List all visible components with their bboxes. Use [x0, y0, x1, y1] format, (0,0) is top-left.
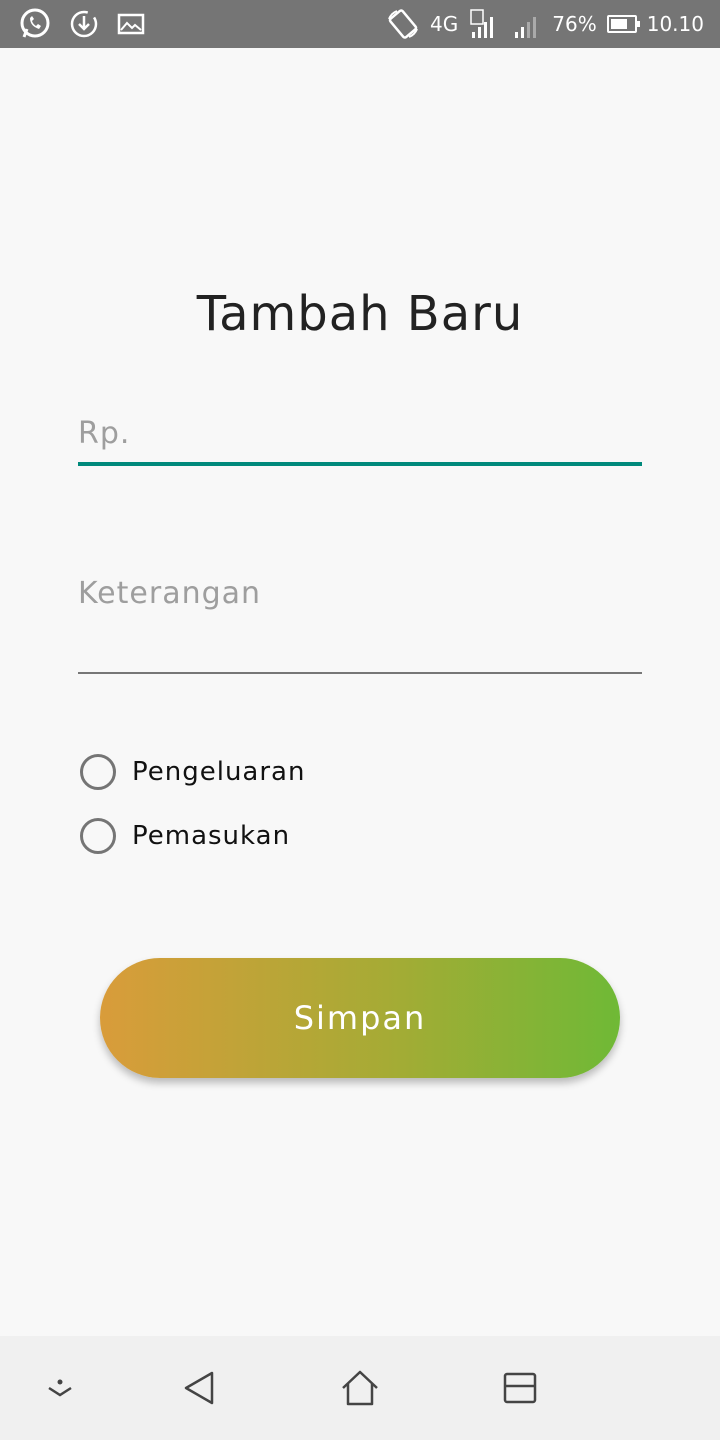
- signal-icon: [515, 17, 537, 38]
- description-input[interactable]: [78, 576, 642, 611]
- download-icon: [70, 10, 98, 38]
- network-type: 4G: [430, 12, 459, 36]
- radio-label: Pemasukan: [132, 821, 291, 851]
- signal-icon: [470, 9, 494, 38]
- radio-button[interactable]: [80, 754, 116, 790]
- save-button[interactable]: Simpan: [100, 958, 620, 1078]
- amount-field-container: [78, 416, 642, 466]
- page-title: Tambah Baru: [196, 286, 524, 342]
- amount-underline: [78, 462, 642, 466]
- expand-icon[interactable]: [40, 1368, 80, 1408]
- description-underline: [78, 672, 642, 674]
- radio-button[interactable]: [80, 818, 116, 854]
- image-icon: [117, 13, 145, 35]
- description-field-container: [78, 576, 642, 674]
- navigation-bar: [0, 1336, 720, 1440]
- recents-icon[interactable]: [500, 1368, 540, 1408]
- radio-label: Pengeluaran: [132, 757, 306, 787]
- battery-percent: 76%: [552, 12, 597, 36]
- status-bar: 4G 76% 10.10: [0, 0, 720, 48]
- home-icon[interactable]: [340, 1368, 380, 1408]
- radio-pemasukan[interactable]: Pemasukan: [80, 818, 290, 854]
- whatsapp-icon: [20, 8, 50, 38]
- rotate-icon: [388, 9, 418, 39]
- amount-input[interactable]: [78, 416, 642, 451]
- clock: 10.10: [646, 12, 704, 36]
- system-status: 4G 76% 10.10: [386, 0, 704, 48]
- battery-icon: [606, 15, 640, 33]
- notification-icons: [18, 7, 146, 41]
- radio-pengeluaran[interactable]: Pengeluaran: [80, 754, 305, 790]
- back-icon[interactable]: [180, 1368, 220, 1408]
